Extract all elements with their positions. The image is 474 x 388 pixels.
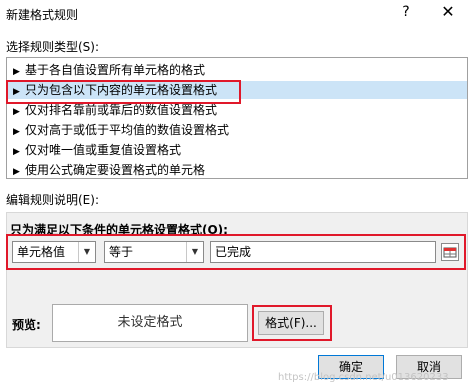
condition-label: 只为满足以下条件的单元格设置格式(O):	[10, 223, 228, 237]
close-button[interactable]: ✕	[438, 2, 458, 21]
rule-type-item[interactable]: ▶ 仅对高于或低于平均值的数值设置格式	[7, 121, 467, 139]
help-button[interactable]: ?	[398, 4, 414, 20]
range-select-icon	[443, 247, 457, 258]
chevron-down-icon[interactable]: ▼	[78, 242, 95, 262]
rule-type-item[interactable]: ▶ 仅对唯一值或重复值设置格式	[7, 141, 467, 159]
arrow-icon: ▶	[13, 67, 20, 77]
operator-dropdown-value: 等于	[109, 245, 134, 259]
arrow-icon: ▶	[13, 87, 20, 97]
rule-type-item-label: 仅对高于或低于平均值的数值设置格式	[25, 123, 230, 137]
preview-box: 未设定格式	[52, 304, 248, 342]
chevron-down-icon[interactable]: ▼	[186, 242, 203, 262]
rule-type-item-label: 仅对排名靠前或靠后的数值设置格式	[25, 103, 218, 117]
rule-type-item[interactable]: ▶ 基于各自值设置所有单元格的格式	[7, 61, 467, 79]
format-button[interactable]: 格式(F)...	[258, 311, 324, 335]
arrow-icon: ▶	[13, 127, 20, 137]
rule-type-item[interactable]: ▶ 使用公式确定要设置格式的单元格	[7, 161, 467, 179]
window-title: 新建格式规则	[6, 8, 79, 22]
rule-type-item-selected[interactable]: ▶ 只为包含以下内容的单元格设置格式	[7, 81, 467, 99]
rule-type-label: 选择规则类型(S):	[6, 40, 100, 54]
rule-type-item-label: 仅对唯一值或重复值设置格式	[25, 143, 182, 157]
condition-value-input[interactable]: 已完成	[210, 241, 436, 263]
rule-type-item[interactable]: ▶ 仅对排名靠前或靠后的数值设置格式	[7, 101, 467, 119]
rule-type-item-label: 只为包含以下内容的单元格设置格式	[25, 83, 218, 97]
edit-rule-label: 编辑规则说明(E):	[6, 193, 99, 207]
arrow-icon: ▶	[13, 147, 20, 157]
collapse-dialog-icon[interactable]	[441, 243, 459, 261]
arrow-icon: ▶	[13, 107, 20, 117]
rule-type-item-label: 使用公式确定要设置格式的单元格	[25, 163, 206, 177]
rule-type-list[interactable]: ▶ 基于各自值设置所有单元格的格式 ▶ 只为包含以下内容的单元格设置格式 ▶ 仅对排名…	[6, 57, 468, 179]
cell-value-dropdown-value: 单元格值	[17, 245, 66, 259]
rule-type-item-label: 基于各自值设置所有单元格的格式	[25, 63, 206, 77]
cell-value-dropdown[interactable]: 单元格值 ▼	[12, 241, 96, 263]
preview-label: 预览:	[12, 318, 41, 332]
watermark: https://blog.csdn.net/u013620233	[278, 372, 449, 383]
operator-dropdown[interactable]: 等于 ▼	[104, 241, 204, 263]
title-bar: 新建格式规则 ? ✕	[0, 0, 474, 28]
arrow-icon: ▶	[13, 167, 20, 177]
